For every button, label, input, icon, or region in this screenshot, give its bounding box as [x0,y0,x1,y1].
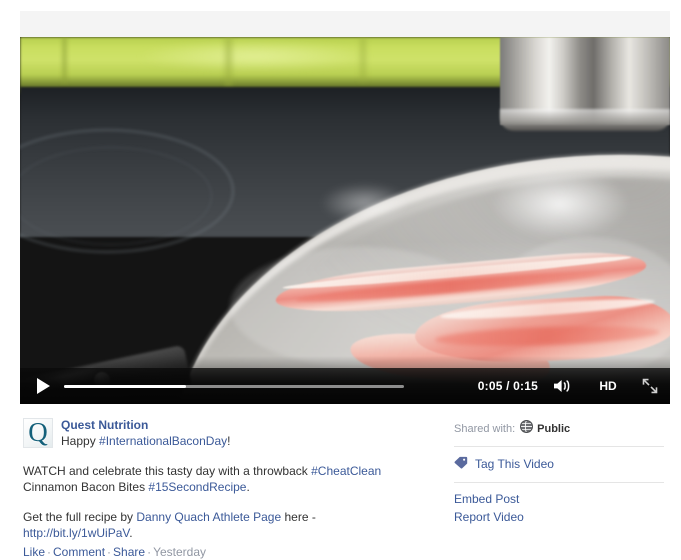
action-separator: · [147,545,152,559]
globe-icon [520,420,534,437]
video-frame [20,37,670,404]
time-display: 0:05 / 0:15 [477,379,538,393]
recipe-url-link[interactable]: http://bit.ly/1wUiPaV [23,526,129,540]
page-name-link[interactable]: Quest Nutrition [61,418,230,433]
embed-post-link[interactable]: Embed Post [454,490,664,508]
post-header: Q Quest Nutrition Happy #InternationalBa… [23,418,433,449]
action-separator: · [107,545,112,559]
headline-suffix: ! [227,434,231,448]
post-body: WATCH and celebrate this tasty day with … [23,463,423,541]
play-icon [37,378,50,394]
headline-text: Happy [61,434,100,448]
seek-progress [64,384,187,388]
post-text-segment: WATCH and celebrate this tasty day with … [23,464,312,478]
post-content: Q Quest Nutrition Happy #InternationalBa… [23,418,433,560]
post-actions: Like · Comment · Share · Yesterday [23,544,433,560]
post-timestamp[interactable]: Yesterday [153,545,206,559]
fullscreen-button[interactable] [630,368,670,404]
player-controls: 0:05 / 0:15 HD [20,368,670,404]
like-button[interactable]: Like [23,545,45,559]
action-separator: · [47,545,52,559]
cloth-fold [225,37,232,87]
seek-bar[interactable] [64,368,404,404]
post-text-segment: Get the full recipe by [23,510,137,524]
post-info-area: Q Quest Nutrition Happy #InternationalBa… [20,404,670,559]
cloth-fold [62,37,67,83]
pan-highlight [320,183,410,223]
background-pot-base [500,109,670,131]
post-paragraph-1: WATCH and celebrate this tasty day with … [23,463,423,495]
hashtag-cheatclean[interactable]: #CheatClean [311,464,381,478]
danny-quach-page-link[interactable]: Danny Quach Athlete Page [136,510,281,524]
hd-toggle-button[interactable]: HD [586,379,630,393]
shared-with-value: Public [537,422,571,435]
post-text-segment: here - [281,510,316,524]
report-video-link[interactable]: Report Video [454,508,664,526]
play-button[interactable] [20,368,64,404]
volume-on-icon [554,380,570,392]
content-pane: 0:05 / 0:15 HD Q Quest Nutrition Happy #… [20,11,670,559]
video-lightbox: 0:05 / 0:15 HD Q Quest Nutrition Happy #… [0,0,681,559]
comment-button[interactable]: Comment [53,545,105,559]
avatar[interactable]: Q [23,418,53,448]
post-text-segment: . [129,526,133,540]
post-paragraph-2: Get the full recipe by Danny Quach Athle… [23,509,423,541]
post-text-segment: Cinnamon Bacon Bites [23,480,149,494]
post-header-text: Quest Nutrition Happy #InternationalBaco… [61,418,230,449]
post-headline: Happy #InternationalBaconDay! [61,433,230,449]
meta-links: Embed Post Report Video [454,483,664,526]
tag-this-video-button[interactable]: Tag This Video [454,447,664,482]
hashtag-internationalbaconday[interactable]: #InternationalBaconDay [99,434,227,448]
fullscreen-icon [642,378,658,394]
hashtag-15secondrecipe[interactable]: #15SecondRecipe [148,480,246,494]
pan-highlight [490,169,630,239]
shared-with-row: Shared with: Public [454,416,664,446]
volume-button[interactable] [540,368,586,404]
cloth-fold [360,37,366,81]
tag-icon [454,456,468,473]
seek-track[interactable] [64,384,404,388]
post-meta-column: Shared with: Public Tag This Video Embed… [454,416,664,526]
avatar-letter: Q [28,416,48,447]
shared-with-label: Shared with: [454,422,516,435]
share-button[interactable]: Share [113,545,145,559]
tag-this-video-label: Tag This Video [475,457,554,471]
video-player[interactable]: 0:05 / 0:15 HD [20,37,670,404]
post-text-segment: . [246,480,250,494]
cloth-highlight [140,41,370,71]
